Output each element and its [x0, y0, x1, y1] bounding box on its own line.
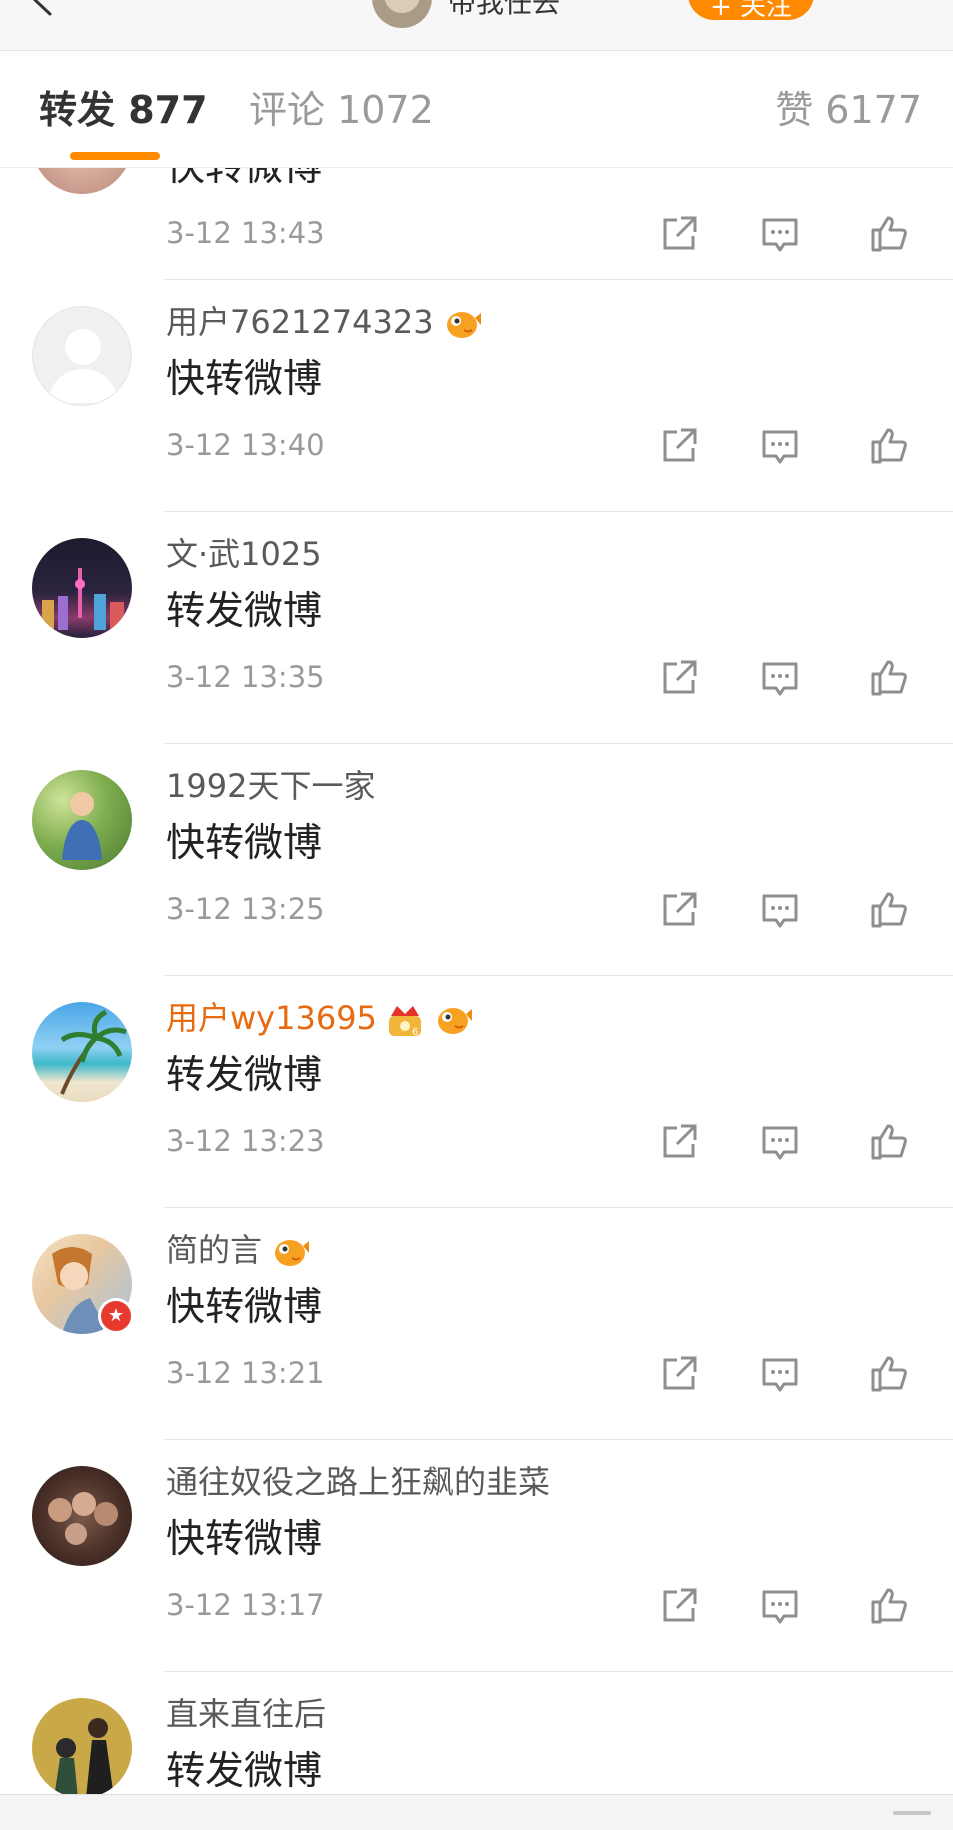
group-photo-avatar-icon	[48, 1492, 118, 1545]
palm-tree-avatar-icon	[60, 1009, 127, 1095]
fish-badge-icon	[437, 1008, 472, 1034]
tab-bar: 转发 877 评论 1072 赞 6177	[0, 51, 953, 168]
username-text[interactable]: 文·武1025	[166, 535, 322, 573]
username-text[interactable]: 1992天下一家	[166, 767, 375, 805]
comment-icon[interactable]	[760, 890, 800, 930]
like-icon[interactable]	[869, 890, 909, 930]
comment-icon[interactable]	[760, 426, 800, 466]
username-text[interactable]: 简的言	[166, 1231, 262, 1269]
repost-content: 转发微博	[166, 1053, 323, 1098]
crown-vip-icon: 6	[388, 1006, 421, 1038]
username[interactable]: 1992天下一家	[166, 766, 375, 806]
username-text[interactable]: 通往奴役之路上狂飙的韭菜	[166, 1463, 550, 1501]
like-icon[interactable]	[869, 1586, 909, 1626]
username[interactable]: 简的言	[166, 1230, 310, 1270]
account-avatar[interactable]	[372, 0, 432, 28]
repost-content: 快转微博	[166, 357, 323, 402]
comment-icon[interactable]	[760, 1122, 800, 1162]
list-item[interactable]: 用户wy13695 6 转发微博 3-12 13:23	[0, 976, 953, 1208]
repost-list: 用户7621274323 快转微博 3-12 13:40 文·武1025 转发微…	[0, 168, 953, 1794]
comment-icon[interactable]	[760, 1586, 800, 1626]
username-text[interactable]: 用户7621274323	[166, 303, 434, 341]
repost-content: 快转微博	[166, 821, 323, 866]
username[interactable]: 直来直往后	[166, 1694, 326, 1734]
share-icon[interactable]	[659, 658, 699, 698]
avatar[interactable]	[32, 1002, 132, 1102]
like-icon[interactable]	[869, 1122, 909, 1162]
list-item[interactable]: 直来直往后 转发微博	[0, 1672, 953, 1794]
default-avatar-icon	[47, 329, 119, 403]
active-tab-indicator	[70, 152, 160, 160]
repost-content: 转发微博	[166, 1749, 323, 1794]
repost-content: 快转微博	[166, 1517, 323, 1562]
child-photo-avatar-icon	[62, 792, 102, 860]
comment-icon[interactable]	[760, 1354, 800, 1394]
username-text[interactable]: 用户wy13695	[166, 999, 377, 1037]
poster-avatar-icon	[54, 1718, 114, 1794]
account-name[interactable]: 带我任去	[448, 0, 560, 20]
repost-content: 快转微博	[166, 1285, 323, 1330]
top-bar: 带我任去 + 关注	[0, 0, 953, 51]
list-item[interactable]: 1992天下一家 快转微博 3-12 13:25	[0, 744, 953, 976]
share-icon[interactable]	[659, 1122, 699, 1162]
share-icon[interactable]	[659, 890, 699, 930]
home-indicator	[893, 1811, 931, 1815]
avatar[interactable]	[32, 1698, 132, 1794]
repost-time: 3-12 13:40	[166, 428, 325, 462]
username[interactable]: 用户7621274323	[166, 302, 482, 342]
city-night-avatar-icon	[42, 568, 124, 630]
tab-like[interactable]: 赞 6177	[775, 87, 922, 133]
avatar[interactable]	[32, 770, 132, 870]
list-item[interactable]: 文·武1025 转发微博 3-12 13:35	[0, 512, 953, 744]
username-text[interactable]: 直来直往后	[166, 1695, 326, 1733]
follow-button[interactable]: + 关注	[688, 0, 814, 22]
repost-time: 3-12 13:17	[166, 1588, 325, 1622]
avatar[interactable]	[32, 1466, 132, 1566]
tab-repost[interactable]: 转发 877	[39, 87, 208, 133]
bottom-bar	[0, 1794, 953, 1830]
fish-badge-icon	[446, 312, 481, 338]
like-icon[interactable]	[869, 1354, 909, 1394]
like-icon[interactable]	[869, 658, 909, 698]
username[interactable]: 通往奴役之路上狂飙的韭菜	[166, 1462, 550, 1502]
share-icon[interactable]	[659, 1354, 699, 1394]
fish-badge-icon	[275, 1240, 310, 1266]
repost-time: 3-12 13:25	[166, 892, 325, 926]
share-icon[interactable]	[659, 1586, 699, 1626]
username[interactable]: 文·武1025	[166, 534, 322, 574]
like-icon[interactable]	[869, 426, 909, 466]
svg-text:6: 6	[412, 1027, 418, 1038]
verified-badge-icon: ★	[98, 1298, 134, 1334]
back-arrow-icon[interactable]	[26, 0, 60, 16]
repost-time: 3-12 13:21	[166, 1356, 325, 1390]
repost-time: 3-12 13:23	[166, 1124, 325, 1158]
avatar[interactable]	[32, 538, 132, 638]
share-icon[interactable]	[659, 426, 699, 466]
tab-comment[interactable]: 评论 1072	[249, 87, 434, 133]
comment-icon[interactable]	[760, 658, 800, 698]
username[interactable]: 用户wy13695 6	[166, 998, 473, 1038]
list-item[interactable]: 通往奴役之路上狂飙的韭菜 快转微博 3-12 13:17	[0, 1440, 953, 1672]
list-item[interactable]: ★ 简的言 快转微博 3-12 13:21	[0, 1208, 953, 1440]
avatar[interactable]	[32, 306, 132, 406]
repost-time: 3-12 13:35	[166, 660, 325, 694]
list-item[interactable]: 用户7621274323 快转微博 3-12 13:40	[0, 280, 953, 512]
repost-content: 转发微博	[166, 589, 323, 634]
